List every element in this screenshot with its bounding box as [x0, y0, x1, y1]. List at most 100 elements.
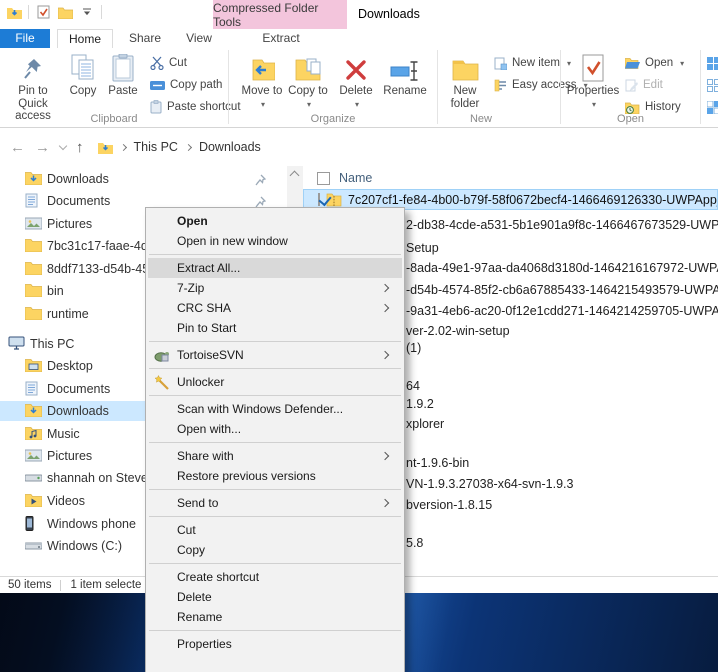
file-row-fragment[interactable]: 64 — [406, 377, 420, 395]
menu-item-crc-sha[interactable]: CRC SHA — [148, 298, 402, 318]
menu-item-label: Extract All... — [177, 261, 241, 275]
sidebar-item-label: Windows phone — [47, 517, 136, 531]
file-row-fragment[interactable]: Setup — [406, 239, 439, 257]
menu-item-scan-with-windows-defender[interactable]: Scan with Windows Defender... — [148, 399, 402, 419]
tab-extract[interactable]: Extract — [244, 29, 318, 48]
select-all-button[interactable]: Select all — [707, 54, 718, 72]
new-folder-button[interactable]: New folder — [442, 52, 488, 110]
menu-item-label: Open in new window — [177, 234, 288, 248]
file-row-fragment[interactable]: nt-1.9.6-bin — [406, 454, 469, 472]
tab-home[interactable]: Home — [57, 29, 113, 48]
move-to-button[interactable]: Move to ▾ — [241, 52, 283, 111]
breadcrumb[interactable]: This PC Downloads — [97, 140, 261, 154]
menu-item-delete[interactable]: Delete — [148, 587, 402, 607]
menu-item-properties[interactable]: Properties — [148, 634, 402, 654]
menu-item-open-with[interactable]: Open with... — [148, 419, 402, 439]
menu-item-rename[interactable]: Rename — [148, 607, 402, 627]
file-row-fragment[interactable]: 2-db38-4cde-a531-5b1e901a9f8c-1466467673… — [406, 216, 718, 234]
menu-item-restore-previous-versions[interactable]: Restore previous versions — [148, 466, 402, 486]
cut-button[interactable]: Cut — [150, 54, 187, 72]
folder-icon — [24, 283, 43, 298]
menu-item-open-in-new-window[interactable]: Open in new window — [148, 231, 402, 251]
up-button[interactable]: ↑ — [76, 140, 84, 155]
ribbon-group-new: New folder New item ▾ Easy access ▾ New — [438, 48, 588, 127]
menu-separator — [149, 341, 401, 342]
menu-item-unlocker[interactable]: Unlocker — [148, 372, 402, 392]
history-label: History — [645, 101, 681, 113]
pin-icon — [255, 194, 267, 208]
file-row-fragment[interactable]: -8ada-49e1-97aa-da4068d3180d-14642161679… — [406, 259, 718, 277]
menu-item-share-with[interactable]: Share with — [148, 446, 402, 466]
open-button[interactable]: Open ▾ — [625, 54, 684, 72]
file-row-fragment[interactable]: (1) — [406, 339, 421, 357]
sidebar-item-label: 7bc31c17-faae-4d — [47, 239, 148, 253]
file-row-fragment[interactable]: ver-2.02-win-setup — [406, 322, 510, 340]
recent-locations-dropdown-icon[interactable] — [58, 141, 68, 150]
menu-item-tortoisesvn[interactable]: TortoiseSVN — [148, 345, 402, 365]
submenu-arrow-icon — [380, 451, 390, 461]
menu-item-copy[interactable]: Copy — [148, 540, 402, 560]
row-checkbox[interactable] — [318, 193, 320, 206]
file-row-fragment[interactable]: 5.8 — [406, 534, 423, 552]
folder-music-icon — [24, 426, 43, 441]
submenu-arrow-icon — [380, 283, 390, 293]
tab-file[interactable]: File — [0, 29, 50, 48]
back-button[interactable]: ← — [10, 140, 25, 155]
invert-selection-button[interactable]: Invert selection — [707, 98, 718, 116]
file-row-fragment[interactable]: -9a31-4eb6-ac20-0f12e1cdd271-14642142597… — [406, 302, 718, 320]
sidebar-item-label: Downloads — [47, 172, 109, 186]
phone-icon — [25, 516, 42, 531]
qat-new-folder-icon[interactable] — [57, 4, 73, 20]
ribbon-group-clipboard: Pin to Quick access Copy Paste Cut Copy … — [0, 48, 241, 127]
history-icon — [625, 102, 640, 114]
context-menu: Open Open in new window Extract All... 7-Zi… — [145, 207, 405, 672]
file-row-fragment[interactable]: -d54b-4574-85f2-cb6a67885433-14642154935… — [406, 281, 718, 299]
menu-item-pin-to-start[interactable]: Pin to Start — [148, 318, 402, 338]
select-none-button[interactable]: Select none — [707, 76, 718, 94]
tab-share[interactable]: Share — [120, 29, 170, 48]
menu-item-7-zip[interactable]: 7-Zip — [148, 278, 402, 298]
menu-item-create-shortcut[interactable]: Create shortcut — [148, 567, 402, 587]
file-row-fragment[interactable]: VN-1.9.3.27038-x64-svn-1.9.3 — [406, 475, 573, 493]
menu-item-label: Open with... — [177, 422, 242, 436]
edit-button[interactable]: Edit — [625, 76, 663, 94]
menu-item-send-to[interactable]: Send to — [148, 493, 402, 513]
forward-button[interactable]: → — [35, 140, 50, 155]
pin-icon — [255, 172, 267, 186]
pin-to-quick-access-button[interactable]: Pin to Quick access — [4, 52, 62, 123]
paste-button[interactable]: Paste — [104, 52, 142, 98]
breadcrumb-chevron-icon[interactable] — [184, 143, 192, 151]
breadcrumb-downloads[interactable]: Downloads — [199, 140, 261, 154]
breadcrumb-this-pc[interactable]: This PC — [134, 140, 178, 154]
properties-button[interactable]: Properties ▾ — [567, 52, 619, 111]
menu-item-label: Copy — [177, 543, 206, 557]
qat-properties-icon[interactable] — [35, 4, 51, 20]
tab-view[interactable]: View — [178, 29, 220, 48]
copy-path-button[interactable]: Copy path — [150, 76, 222, 94]
menu-item-extract-all[interactable]: Extract All... — [148, 258, 402, 278]
drive-icon — [24, 538, 43, 553]
file-row-fragment[interactable]: bversion-1.8.15 — [406, 496, 492, 514]
column-header-name[interactable]: Name — [303, 168, 718, 188]
qat-separator — [28, 5, 29, 19]
pictures-icon — [24, 448, 43, 463]
delete-button[interactable]: Delete ▾ — [335, 52, 377, 111]
qat-customize-dropdown-icon[interactable] — [79, 4, 95, 20]
scroll-up-icon[interactable] — [289, 170, 300, 181]
folder-icon — [24, 306, 43, 321]
window-title: Downloads — [358, 7, 420, 21]
open-folder-icon — [625, 58, 640, 69]
sidebar-item-downloads[interactable]: Downloads — [0, 169, 287, 189]
file-row-fragment[interactable]: xplorer — [406, 415, 444, 433]
copy-button[interactable]: Copy — [64, 52, 102, 98]
breadcrumb-chevron-icon[interactable] — [119, 143, 127, 151]
select-all-checkbox[interactable] — [317, 171, 330, 185]
menu-item-cut[interactable]: Cut — [148, 520, 402, 540]
rename-button[interactable]: Rename — [379, 52, 431, 98]
copy-to-button[interactable]: Copy to ▾ — [287, 52, 329, 111]
menu-item-open[interactable]: Open — [148, 211, 402, 231]
qat-downloads-folder-icon[interactable] — [6, 4, 22, 20]
file-row-fragment[interactable]: 1.9.2 — [406, 395, 434, 413]
sidebar-item-label: runtime — [47, 307, 89, 321]
open-label: Open — [645, 57, 674, 69]
